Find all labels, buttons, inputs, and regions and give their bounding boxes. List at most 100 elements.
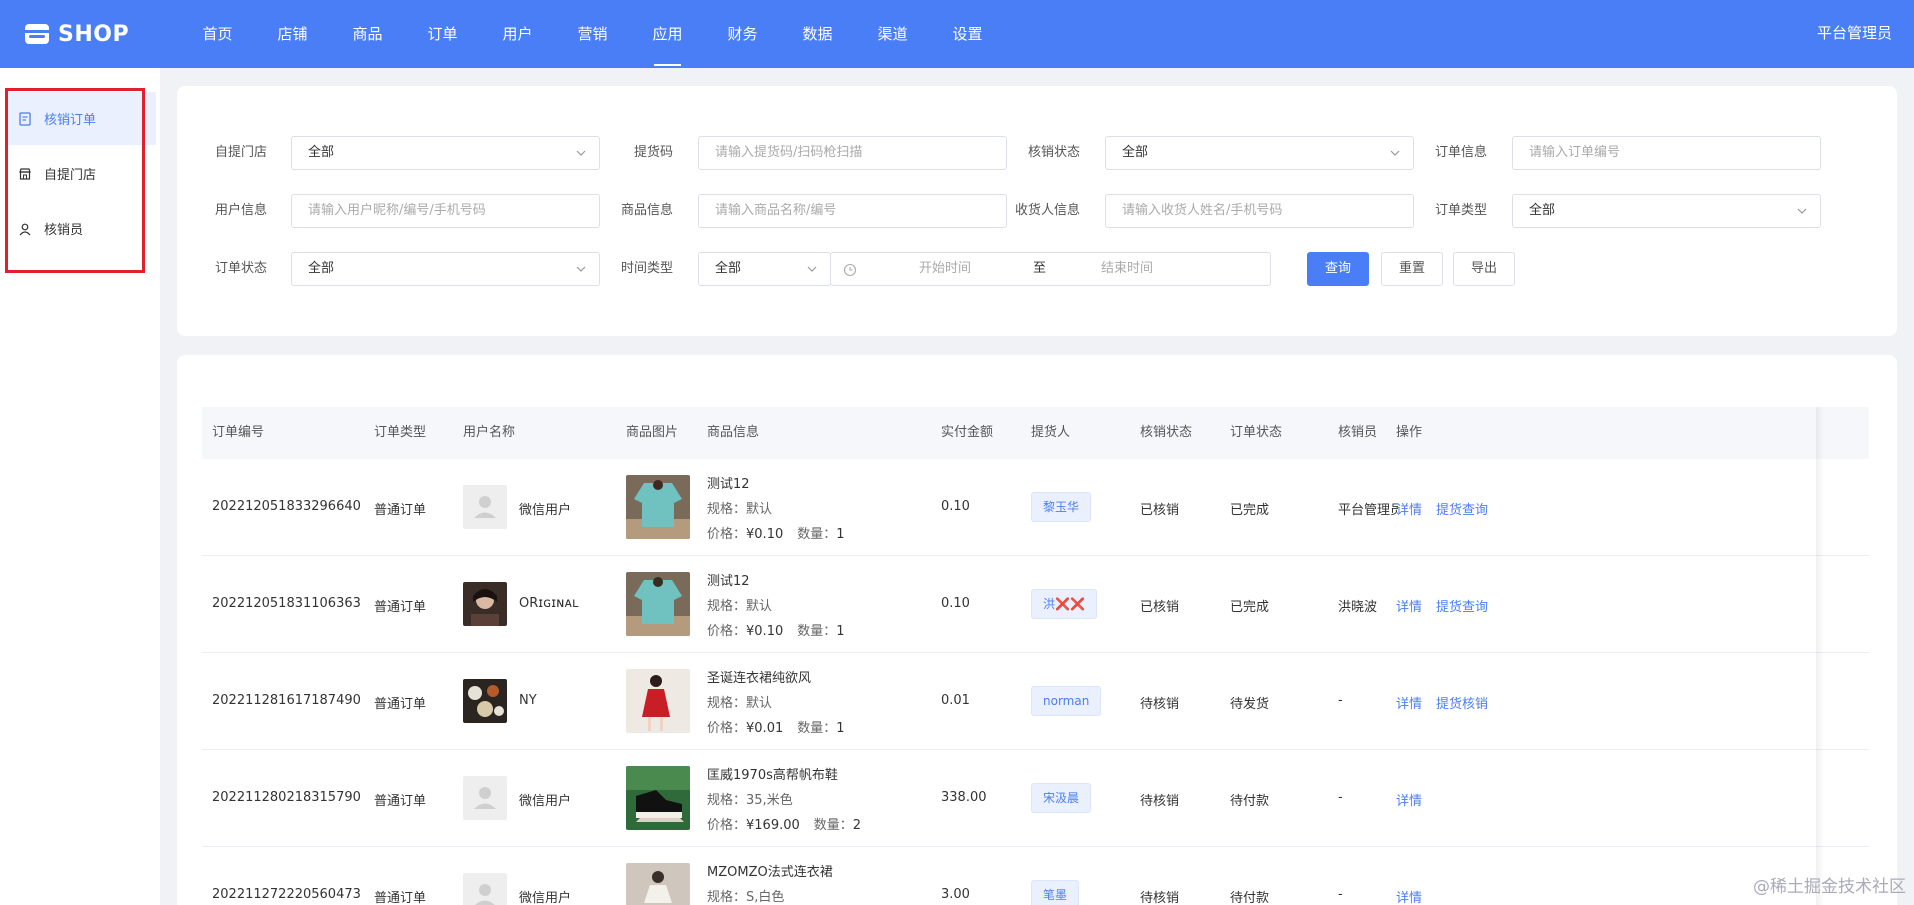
nav-item-0[interactable]: 首页 bbox=[180, 0, 255, 68]
action-link-0[interactable]: 详情 bbox=[1396, 887, 1422, 905]
product-spec: 规格：默认 bbox=[707, 498, 772, 517]
nav-item-6[interactable]: 应用 bbox=[630, 0, 705, 68]
admin-account[interactable]: 平台管理员 bbox=[1817, 0, 1892, 66]
pickup-code-field[interactable] bbox=[715, 145, 977, 160]
nav-item-10[interactable]: 设置 bbox=[930, 0, 1005, 68]
price-prefix: 价格： bbox=[707, 721, 747, 736]
column-header: 核销员 bbox=[1338, 425, 1378, 440]
product-image bbox=[626, 475, 690, 539]
order-status-select[interactable]: 全部 bbox=[291, 252, 600, 286]
order-info-field[interactable] bbox=[1529, 145, 1791, 160]
nav-item-1[interactable]: 店铺 bbox=[255, 0, 330, 68]
price-value: ¥0.10 bbox=[746, 624, 784, 639]
table-row: 202211272220560473 普通订单 微信用户 MZOMZO法式连衣裙 规格：… bbox=[202, 847, 1869, 905]
query-button[interactable]: 查询 bbox=[1307, 252, 1369, 286]
order-number: 202212051831106363 bbox=[212, 596, 361, 611]
order-status: 已完成 bbox=[1230, 503, 1270, 518]
store-select[interactable]: 全部 bbox=[291, 136, 600, 170]
start-time-placeholder[interactable]: 开始时间 bbox=[919, 253, 971, 285]
verifier: 洪晓波 bbox=[1338, 600, 1378, 615]
chevron-down-icon bbox=[1797, 208, 1807, 214]
pickup-code-input[interactable] bbox=[698, 136, 1007, 170]
action-link-0[interactable]: 详情 bbox=[1396, 596, 1422, 615]
goods-info-field[interactable] bbox=[715, 203, 977, 218]
spec-value: 默认 bbox=[746, 696, 773, 711]
verifier: - bbox=[1338, 790, 1343, 805]
receiver-input[interactable] bbox=[1105, 194, 1414, 228]
chevron-down-icon bbox=[576, 150, 586, 156]
order-number: 202211280218315790 bbox=[212, 790, 361, 805]
order-number: 202212051833296640 bbox=[212, 499, 361, 514]
action-link-1[interactable]: 提货查询 bbox=[1436, 596, 1488, 615]
main-nav: 首页 店铺 商品 订单 用户 营销 应用 财务 数据 渠道 设置 bbox=[180, 0, 1005, 68]
nav-item-5[interactable]: 营销 bbox=[555, 0, 630, 68]
spec-value: S,白色 bbox=[746, 890, 785, 905]
avatar bbox=[463, 873, 507, 905]
price-prefix: 价格： bbox=[707, 818, 747, 833]
watermark: @稀土掘金技术社区 bbox=[1753, 877, 1906, 897]
picker-tag: 黎玉华 bbox=[1031, 492, 1092, 522]
order-status-label: 订单状态 bbox=[214, 261, 267, 276]
qty-prefix: 数量： bbox=[797, 527, 837, 542]
store-select-value: 全部 bbox=[308, 145, 335, 160]
time-type-select[interactable]: 全部 bbox=[698, 252, 831, 286]
reset-button[interactable]: 重置 bbox=[1381, 252, 1443, 286]
product-spec: 规格：默认 bbox=[707, 595, 772, 614]
order-status: 待发货 bbox=[1230, 697, 1270, 712]
avatar bbox=[463, 679, 507, 723]
spec-prefix: 规格： bbox=[707, 890, 747, 905]
highlight-box bbox=[5, 88, 145, 273]
paid-amount: 338.00 bbox=[941, 790, 987, 805]
export-button[interactable]: 导出 bbox=[1453, 252, 1515, 286]
picker-tag: norman bbox=[1031, 686, 1102, 716]
action-link-0[interactable]: 详情 bbox=[1396, 499, 1422, 518]
avatar bbox=[463, 485, 507, 529]
goods-info-input[interactable] bbox=[698, 194, 1007, 228]
spec-prefix: 规格： bbox=[707, 793, 747, 808]
orders-table-panel: 订单编号 订单类型 用户名称 商品图片 商品信息 实付金额 提货人 核销状态 订单状态 核销员 操作… bbox=[177, 355, 1897, 905]
product-name: MZOMZO法式连衣裙 bbox=[707, 865, 833, 880]
end-time-placeholder[interactable]: 结束时间 bbox=[1101, 253, 1153, 285]
order-info-label: 订单信息 bbox=[1434, 145, 1487, 160]
nav-item-7[interactable]: 财务 bbox=[705, 0, 780, 68]
nav-item-2[interactable]: 商品 bbox=[330, 0, 405, 68]
order-number: 202211281617187490 bbox=[212, 693, 361, 708]
chevron-down-icon bbox=[576, 266, 586, 272]
picker-tag: 笔墨 bbox=[1031, 880, 1080, 905]
nav-item-3[interactable]: 订单 bbox=[405, 0, 480, 68]
column-header: 订单状态 bbox=[1230, 425, 1283, 440]
action-link-0[interactable]: 详情 bbox=[1396, 790, 1422, 809]
logo[interactable]: SHOP bbox=[24, 22, 180, 47]
nav-item-8[interactable]: 数据 bbox=[780, 0, 855, 68]
date-range-picker[interactable]: 开始时间 至 结束时间 bbox=[830, 252, 1271, 286]
clock-icon bbox=[843, 263, 857, 277]
action-link-1[interactable]: 提货核销 bbox=[1436, 693, 1488, 712]
price-prefix: 价格： bbox=[707, 527, 747, 542]
user-name: 微信用户 bbox=[519, 794, 572, 809]
paid-amount: 0.10 bbox=[941, 499, 970, 514]
action-link-0[interactable]: 详情 bbox=[1396, 693, 1422, 712]
qty-prefix: 数量： bbox=[797, 624, 837, 639]
order-type-select[interactable]: 全部 bbox=[1512, 194, 1821, 228]
user-name: ORɪɢɪɴᴀʟ bbox=[519, 596, 579, 611]
product-image bbox=[626, 766, 690, 830]
verifier: - bbox=[1338, 693, 1343, 708]
brand-name: SHOP bbox=[58, 21, 130, 47]
picker-tag: 宋汲晨 bbox=[1031, 783, 1092, 813]
column-header: 实付金额 bbox=[941, 425, 994, 440]
verify-status: 已核销 bbox=[1140, 600, 1180, 615]
order-type-value: 全部 bbox=[1529, 203, 1556, 218]
user-info-field[interactable] bbox=[308, 203, 570, 218]
order-type: 普通订单 bbox=[374, 503, 427, 518]
nav-item-4[interactable]: 用户 bbox=[480, 0, 555, 68]
order-info-input[interactable] bbox=[1512, 136, 1821, 170]
user-info-input[interactable] bbox=[291, 194, 600, 228]
spec-prefix: 规格： bbox=[707, 502, 747, 517]
time-type-value: 全部 bbox=[715, 261, 742, 276]
action-link-1[interactable]: 提货查询 bbox=[1436, 499, 1488, 518]
verify-status-select[interactable]: 全部 bbox=[1105, 136, 1414, 170]
nav-item-9[interactable]: 渠道 bbox=[855, 0, 930, 68]
receiver-field[interactable] bbox=[1122, 203, 1384, 218]
table-row: 202211281617187490 普通订单 NY 圣诞连衣裙纯欲风 规格：默认 价格：… bbox=[202, 653, 1869, 750]
order-number: 202211272220560473 bbox=[212, 887, 361, 902]
